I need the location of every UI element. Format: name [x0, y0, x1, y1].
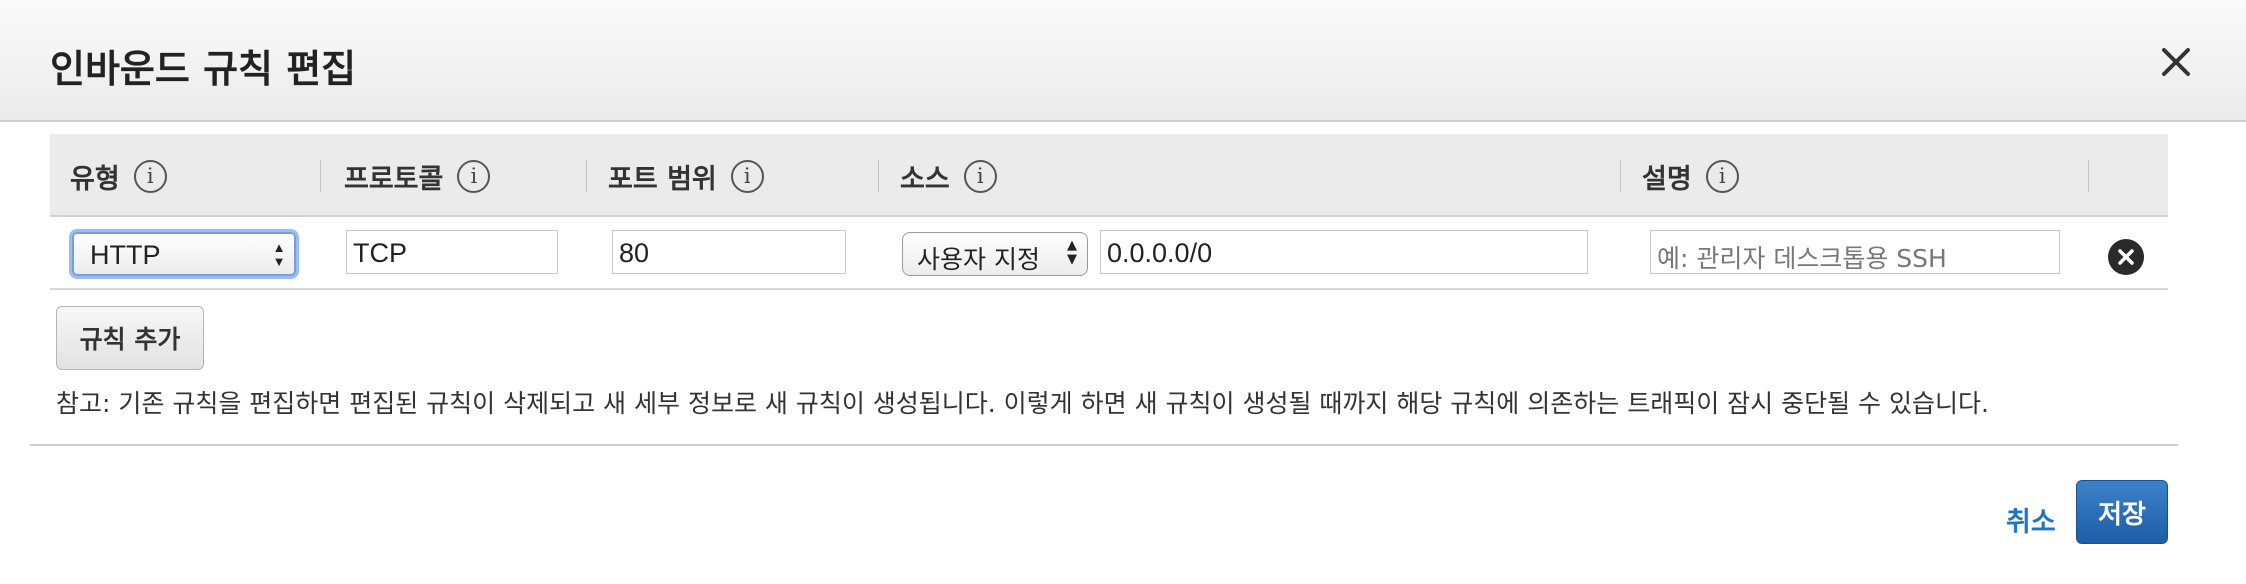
column-header-description: 설명 i: [1642, 158, 1739, 195]
source-select[interactable]: 사용자 지정 ▲ ▼: [902, 232, 1088, 276]
dialog-header: 인바운드 규칙 편집: [0, 0, 2246, 122]
source-select-value: 사용자 지정: [917, 245, 1040, 274]
column-divider: [878, 160, 879, 192]
column-divider: [2088, 160, 2089, 192]
column-label: 포트 범위: [608, 163, 717, 195]
column-divider: [1620, 160, 1621, 192]
protocol-field[interactable]: TCP: [346, 230, 558, 274]
description-field[interactable]: 예: 관리자 데스크톱용 SSH: [1650, 230, 2060, 274]
info-icon[interactable]: i: [730, 159, 764, 193]
save-button[interactable]: 저장: [2076, 480, 2168, 544]
info-icon[interactable]: i: [457, 159, 491, 193]
table-row: HTTP ▲ ▼ TCP 80 사용자 지정 ▲ ▼ 0.0.0.0/0 예: 관리…: [50, 217, 2168, 290]
column-label: 유형: [70, 163, 120, 195]
description-placeholder: 예: 관리자 데스크톱용 SSH: [1657, 244, 1947, 273]
cancel-link[interactable]: 취소: [2006, 500, 2056, 539]
table-header: 유형 i 프로토콜 i 포트 범위 i 소스 i 설명 i: [50, 134, 2168, 217]
column-header-protocol: 프로토콜 i: [344, 158, 491, 195]
column-header-type: 유형 i: [70, 158, 167, 195]
add-rule-button[interactable]: 규칙 추가: [56, 306, 204, 370]
info-icon[interactable]: i: [133, 159, 167, 193]
column-header-port-range: 포트 범위 i: [608, 158, 764, 195]
select-arrows-icon: ▲ ▼: [272, 240, 286, 269]
source-cidr-value: 0.0.0.0/0: [1107, 238, 1213, 268]
type-select-value: HTTP: [90, 240, 161, 270]
column-label: 프로토콜: [344, 163, 444, 195]
column-header-source: 소스 i: [900, 158, 997, 195]
column-label: 설명: [1642, 163, 1692, 195]
column-label: 소스: [900, 163, 950, 195]
protocol-value: TCP: [353, 238, 407, 268]
column-divider: [586, 160, 587, 192]
remove-circle-icon[interactable]: [2108, 239, 2144, 275]
close-icon[interactable]: [2156, 42, 2196, 82]
select-arrows-icon: ▲ ▼: [1067, 238, 1077, 267]
column-divider: [320, 160, 321, 192]
port-range-field[interactable]: 80: [612, 230, 846, 274]
port-range-value: 80: [619, 238, 650, 268]
type-select[interactable]: HTTP ▲ ▼: [72, 232, 296, 276]
dialog-title: 인바운드 규칙 편집: [50, 47, 357, 91]
edit-warning-note: 참고: 기존 규칙을 편집하면 편집된 규칙이 삭제되고 새 세부 정보로 새 …: [56, 389, 1989, 418]
info-icon[interactable]: i: [963, 159, 997, 193]
footer-divider: [30, 444, 2178, 446]
source-cidr-field[interactable]: 0.0.0.0/0: [1100, 230, 1588, 274]
info-icon[interactable]: i: [1705, 159, 1739, 193]
rules-table: 유형 i 프로토콜 i 포트 범위 i 소스 i 설명 i HTTP ▲ ▼ T…: [50, 134, 2168, 290]
